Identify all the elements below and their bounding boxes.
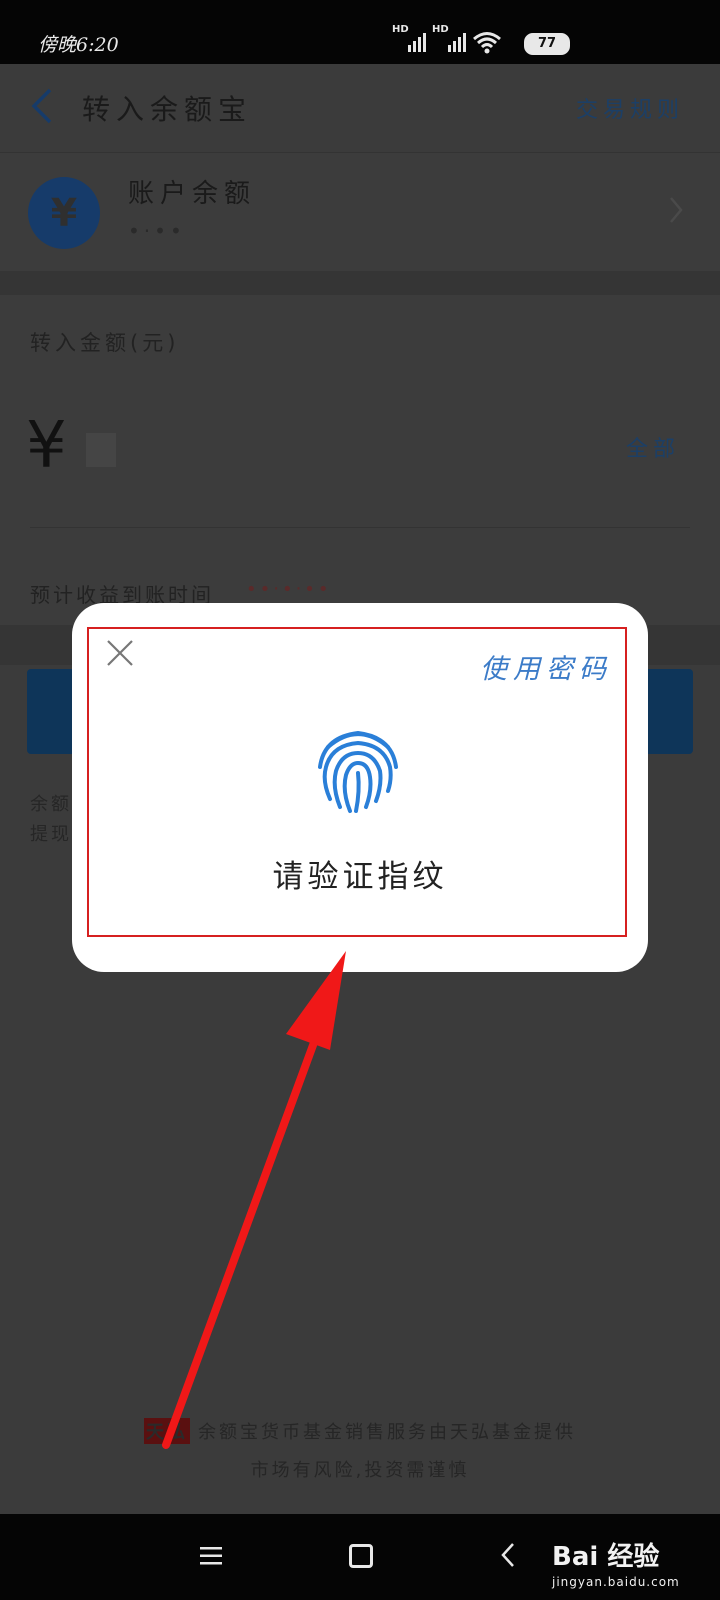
account-balance-label: 账户余额 [128, 179, 257, 209]
section-gap [0, 271, 720, 295]
status-time: 傍晚6:20 [38, 34, 119, 56]
footer: 天弘 余额宝货币基金销售服务由天弘基金提供 市场有风险,投资需谨慎 [0, 1418, 720, 1482]
page-title: 转入余额宝 [82, 93, 253, 126]
battery-icon: 77 [524, 33, 570, 55]
footer-line-1: 余额宝货币基金销售服务由天弘基金提供 [198, 1422, 576, 1443]
amount-label: 转入金额(元) [30, 331, 180, 355]
verify-fingerprint-text: 请验证指纹 [272, 859, 448, 895]
footer-line-2: 市场有风险,投资需谨慎 [250, 1460, 470, 1481]
navigation-bar: Bai 经验 jingyan.baidu.com [0, 1514, 720, 1600]
home-icon[interactable] [349, 1544, 373, 1568]
amount-section: 转入金额(元) ¥ 全部 [0, 295, 720, 565]
fingerprint-icon[interactable] [310, 721, 406, 817]
yen-icon: ¥ [28, 177, 100, 249]
use-password-button[interactable]: 使用密码 [480, 647, 612, 686]
account-balance-value: •‧•• [128, 219, 186, 243]
estimate-value: ••‧•‧•• [246, 579, 332, 600]
account-balance-row[interactable]: ¥ 账户余额 •‧•• [0, 153, 720, 271]
signal-icon-2: HD [432, 24, 466, 52]
currency-symbol: ¥ [26, 409, 67, 483]
chevron-right-icon [670, 197, 683, 223]
status-bar: 傍晚6:20 HD HD 77 [0, 0, 720, 64]
close-icon[interactable] [106, 639, 134, 667]
fingerprint-dialog: 使用密码 请验证指纹 [72, 603, 648, 972]
amount-input[interactable] [86, 433, 116, 467]
all-amount-link[interactable]: 全部 [626, 431, 680, 463]
watermark-url: jingyan.baidu.com [552, 1575, 680, 1589]
signal-icon: HD [392, 24, 426, 52]
header: 转入余额宝 交易规则 [0, 64, 720, 153]
baidu-watermark: Bai 经验 jingyan.baidu.com [552, 1542, 680, 1589]
divider [30, 527, 690, 528]
wifi-icon [473, 32, 501, 54]
back-arrow-icon[interactable] [28, 86, 54, 126]
tianhong-logo: 天弘 [144, 1418, 190, 1444]
menu-icon[interactable] [200, 1546, 222, 1566]
nav-back-icon[interactable] [500, 1542, 516, 1568]
trade-rules-link[interactable]: 交易规则 [576, 92, 684, 124]
